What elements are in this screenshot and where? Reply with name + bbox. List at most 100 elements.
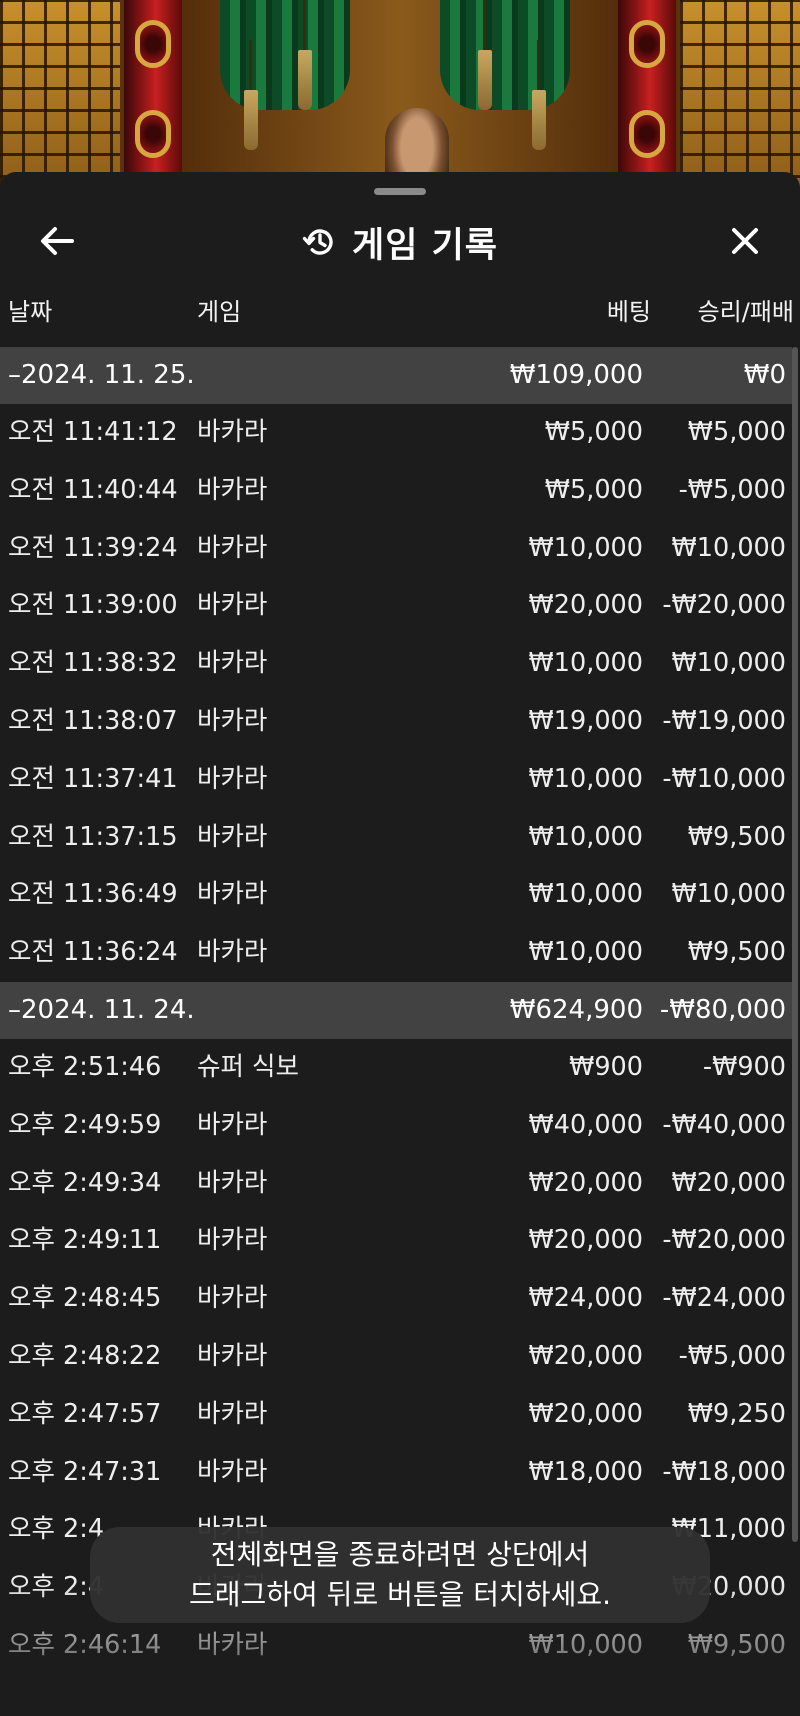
- row-time: 오후 2:51:46: [8, 1051, 162, 1082]
- tassel: [298, 0, 312, 110]
- row-time: 오후 2:47:57: [8, 1398, 162, 1429]
- row-win-loss: -₩19,000: [662, 705, 786, 736]
- row-bet: ₩20,000: [528, 1225, 643, 1256]
- history-row[interactable]: 오후 2:49:34 바카라 ₩20,000 ₩20,000: [0, 1155, 792, 1213]
- column-header-game[interactable]: 게임: [197, 292, 241, 327]
- row-win-loss: ₩10,000: [671, 879, 786, 910]
- row-time: 오후 2:47:31: [8, 1456, 162, 1487]
- arrow-left-icon: [41, 227, 74, 255]
- row-game: 슈퍼 식보: [197, 1051, 299, 1082]
- row-win-loss: -₩24,000: [662, 1283, 786, 1314]
- tassel: [478, 0, 492, 110]
- group-win-loss-total: -₩80,000: [659, 994, 786, 1025]
- curtain-left: [220, 0, 350, 110]
- row-game: 바카라: [197, 1456, 268, 1487]
- toast-line-1: 전체화면을 종료하려면 상단에서: [210, 1538, 590, 1571]
- history-row[interactable]: 오전 11:39:00 바카라 ₩20,000 -₩20,000: [0, 577, 792, 635]
- group-date: –2024. 11. 25.: [8, 360, 195, 390]
- group-win-loss-total: ₩0: [743, 360, 786, 390]
- game-history-sheet: 게임 기록 날짜 게임 베팅 승리/패배 –2024. 11. 25. ₩109,…: [0, 172, 800, 1716]
- column-header-bet[interactable]: 베팅: [607, 292, 651, 327]
- row-time: 오전 11:36:49: [8, 879, 178, 910]
- row-game: 바카라: [197, 648, 268, 679]
- sheet-title: 게임 기록: [0, 202, 800, 282]
- lucky-eight-ornament: [135, 20, 171, 68]
- history-row[interactable]: 오후 2:49:59 바카라 ₩40,000 -₩40,000: [0, 1097, 792, 1155]
- row-bet: ₩20,000: [528, 1340, 643, 1371]
- lucky-eight-ornament: [135, 110, 171, 158]
- tassel: [244, 40, 258, 150]
- row-game: 바카라: [197, 474, 268, 505]
- history-row[interactable]: 오후 2:49:11 바카라 ₩20,000 -₩20,000: [0, 1212, 792, 1270]
- lattice-panel-left: [0, 0, 120, 200]
- row-bet: ₩10,000: [528, 879, 643, 910]
- fullscreen-exit-toast: 전체화면을 종료하려면 상단에서 드래그하여 뒤로 버튼을 터치하세요.: [90, 1527, 710, 1623]
- row-bet: ₩5,000: [544, 474, 643, 505]
- group-date: –2024. 11. 24.: [8, 994, 195, 1025]
- close-icon: [732, 228, 758, 254]
- row-win-loss: -₩20,000: [662, 1225, 786, 1256]
- pillar-left: [124, 0, 182, 200]
- row-bet: ₩20,000: [528, 1398, 643, 1429]
- row-time: 오후 2:49:11: [8, 1225, 162, 1256]
- scrollbar[interactable]: [792, 347, 798, 1542]
- row-bet: ₩5,000: [544, 417, 643, 447]
- history-row[interactable]: 오전 11:38:32 바카라 ₩10,000 ₩10,000: [0, 635, 792, 693]
- row-game: 바카라: [197, 1109, 268, 1140]
- row-win-loss: -₩18,000: [662, 1456, 786, 1487]
- row-time: 오전 11:39:24: [8, 532, 178, 563]
- row-win-loss: ₩10,000: [671, 532, 786, 563]
- pillar-right: [618, 0, 676, 200]
- row-time: 오전 11:38:32: [8, 648, 178, 679]
- row-game: 바카라: [197, 879, 268, 910]
- history-row[interactable]: 오후 2:48:45 바카라 ₩24,000 -₩24,000: [0, 1270, 792, 1328]
- back-button[interactable]: [32, 216, 82, 266]
- group-bet-total: ₩624,900: [509, 994, 643, 1025]
- history-row[interactable]: 오전 11:37:15 바카라 ₩10,000 ₩9,500: [0, 809, 792, 867]
- history-row[interactable]: 오전 11:41:12 바카라 ₩5,000 ₩5,000: [0, 404, 792, 462]
- page-title: 게임 기록: [352, 225, 498, 266]
- row-game: 바카라: [197, 937, 268, 968]
- column-header-win-loss[interactable]: 승리/패배: [698, 292, 794, 327]
- row-win-loss: -₩10,000: [662, 763, 786, 794]
- history-row[interactable]: 오전 11:38:07 바카라 ₩19,000 -₩19,000: [0, 693, 792, 751]
- toast-line-2: 드래그하여 뒤로 버튼을 터치하세요.: [188, 1578, 611, 1611]
- history-row[interactable]: 오전 11:36:24 바카라 ₩10,000 ₩9,500: [0, 924, 792, 982]
- drag-handle[interactable]: [374, 188, 426, 195]
- history-row[interactable]: 오후 2:47:57 바카라 ₩20,000 ₩9,250: [0, 1386, 792, 1444]
- row-win-loss: ₩5,000: [687, 417, 786, 447]
- screen: 게임 기록 날짜 게임 베팅 승리/패배 –2024. 11. 25. ₩109,…: [0, 0, 800, 1716]
- row-win-loss: -₩5,000: [678, 474, 786, 505]
- column-header-date[interactable]: 날짜: [8, 292, 52, 327]
- row-game: 바카라: [197, 1340, 268, 1371]
- date-group-header[interactable]: –2024. 11. 25. ₩109,000 ₩0: [0, 347, 792, 404]
- history-row[interactable]: 오후 2:48:22 바카라 ₩20,000 -₩5,000: [0, 1328, 792, 1386]
- row-bet: ₩10,000: [528, 937, 643, 968]
- history-row[interactable]: 오후 2:46:14 바카라 ₩10,000 ₩9,500: [0, 1617, 792, 1675]
- history-row[interactable]: 오전 11:37:41 바카라 ₩10,000 -₩10,000: [0, 751, 792, 809]
- history-row[interactable]: 오후 2:47:31 바카라 ₩18,000 -₩18,000: [0, 1444, 792, 1502]
- row-game: 바카라: [197, 417, 268, 447]
- row-win-loss: ₩9,500: [687, 821, 786, 852]
- history-row[interactable]: 오후 2:51:46 슈퍼 식보 ₩900 -₩900: [0, 1039, 792, 1097]
- curtain-right: [440, 0, 570, 110]
- row-bet: ₩20,000: [528, 1167, 643, 1198]
- history-row[interactable]: 오전 11:40:44 바카라 ₩5,000 -₩5,000: [0, 462, 792, 520]
- live-game-background: [0, 0, 800, 200]
- history-list[interactable]: –2024. 11. 25. ₩109,000 ₩0 오전 11:41:12 바카라 ₩5…: [0, 347, 792, 1675]
- row-time: 오전 11:37:41: [8, 763, 178, 794]
- close-button[interactable]: [720, 216, 770, 266]
- history-row[interactable]: 오전 11:36:49 바카라 ₩10,000 ₩10,000: [0, 866, 792, 924]
- row-time: 오전 11:37:15: [8, 821, 178, 852]
- row-win-loss: ₩10,000: [671, 648, 786, 679]
- row-bet: ₩10,000: [528, 1629, 643, 1660]
- history-row[interactable]: 오전 11:39:24 바카라 ₩10,000 ₩10,000: [0, 520, 792, 578]
- row-time: 오전 11:39:00: [8, 590, 178, 621]
- row-time: 오후 2:49:34: [8, 1167, 162, 1198]
- group-bet-total: ₩109,000: [509, 360, 643, 390]
- date-group-header[interactable]: –2024. 11. 24. ₩624,900 -₩80,000: [0, 981, 792, 1039]
- row-time: 오전 11:41:12: [8, 417, 178, 447]
- row-bet: ₩10,000: [528, 763, 643, 794]
- row-time: 오후 2:46:14: [8, 1629, 162, 1660]
- row-game: 바카라: [197, 532, 268, 563]
